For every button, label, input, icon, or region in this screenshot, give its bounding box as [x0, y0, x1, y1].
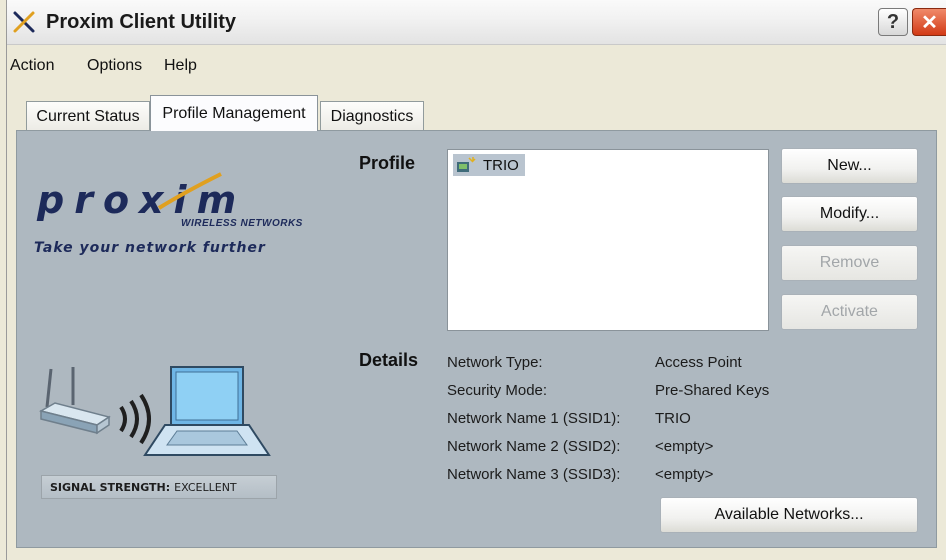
title-bar[interactable]: Proxim Client Utility ? ✕: [0, 0, 946, 45]
detail-value-security-mode: Pre-Shared Keys: [655, 382, 770, 399]
help-button[interactable]: ?: [878, 8, 908, 36]
profile-management-panel: proxim WIRELESS NETWORKS Take your netwo…: [16, 130, 937, 548]
detail-value-network-type: Access Point: [655, 354, 742, 371]
logo-swoosh-icon: [157, 172, 222, 210]
window-title: Proxim Client Utility: [46, 11, 237, 33]
detail-key-ssid3: Network Name 3 (SSID3):: [447, 466, 621, 483]
window-left-frame: [0, 0, 7, 560]
detail-value-ssid2: <empty>: [655, 438, 714, 455]
signal-strength-value: EXCELLENT: [174, 480, 237, 494]
detail-value-ssid1: TRIO: [655, 410, 691, 427]
profile-label: Profile: [359, 153, 416, 173]
menu-options[interactable]: Options: [87, 57, 142, 75]
laptop-icon: [143, 366, 271, 456]
tagline: Take your network further: [34, 240, 266, 256]
detail-key-ssid2: Network Name 2 (SSID2):: [447, 438, 621, 455]
proxim-x-icon: [13, 11, 35, 33]
detail-key-security-mode: Security Mode:: [447, 382, 548, 399]
logo-subtitle: WIRELESS NETWORKS: [181, 218, 303, 229]
tab-strip: Current Status Profile Management Diagno…: [0, 95, 946, 131]
detail-value-ssid3: <empty>: [655, 466, 714, 483]
modify-profile-button[interactable]: Modify...: [781, 196, 918, 232]
access-point-icon: [39, 367, 111, 435]
detail-key-ssid1: Network Name 1 (SSID1):: [447, 410, 621, 427]
details-label: Details: [359, 350, 419, 370]
new-profile-button[interactable]: New...: [781, 148, 918, 184]
access-point-laptop-illustration: [39, 366, 271, 456]
signal-strength-bar: SIGNAL STRENGTH: EXCELLENT: [41, 475, 277, 499]
menu-help[interactable]: Help: [164, 57, 197, 75]
app-window: Proxim Client Utility ? ✕ Action Options…: [0, 0, 946, 560]
network-profile-icon: [457, 157, 476, 172]
menu-bar: Action Options Help: [0, 50, 946, 80]
list-item[interactable]: TRIO: [453, 154, 525, 176]
menu-action[interactable]: Action: [10, 57, 54, 75]
signal-strength-label: SIGNAL STRENGTH:: [50, 480, 171, 494]
profile-name: TRIO: [483, 156, 519, 174]
available-networks-button[interactable]: Available Networks...: [660, 497, 918, 533]
activate-profile-button[interactable]: Activate: [781, 294, 918, 330]
tab-current-status[interactable]: Current Status: [26, 101, 150, 131]
tab-diagnostics[interactable]: Diagnostics: [320, 101, 424, 131]
remove-profile-button[interactable]: Remove: [781, 245, 918, 281]
wireless-waves-icon: [119, 393, 151, 445]
profile-list[interactable]: TRIO: [447, 149, 769, 331]
close-button[interactable]: ✕: [912, 8, 946, 36]
tab-profile-management[interactable]: Profile Management: [150, 95, 318, 131]
detail-key-network-type: Network Type:: [447, 354, 543, 371]
